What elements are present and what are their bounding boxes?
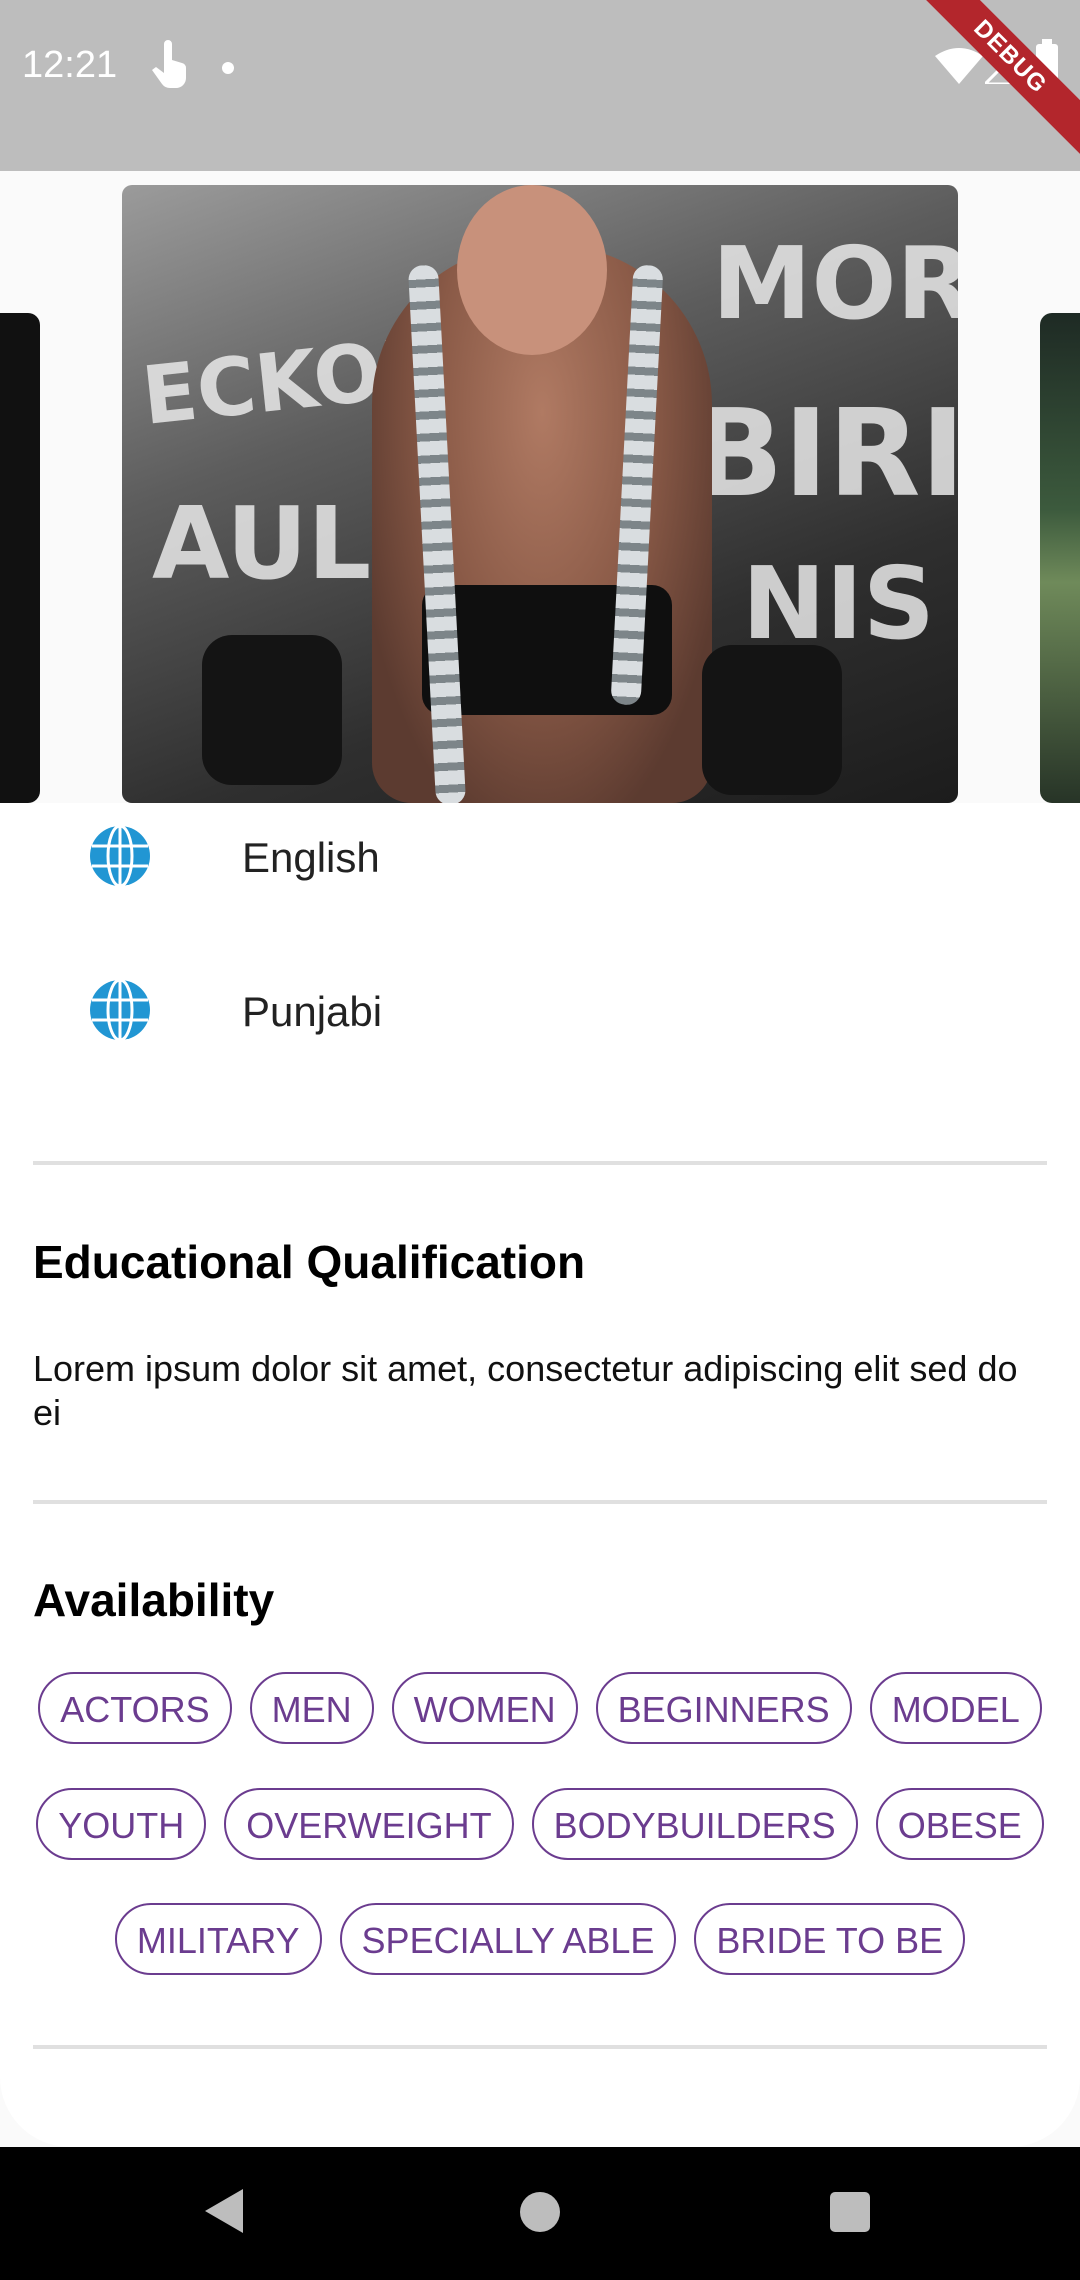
language-item: English xyxy=(0,816,1080,896)
chip-model[interactable]: MODEL xyxy=(869,1672,1042,1744)
chip-beginners[interactable]: BEGINNERS xyxy=(595,1672,852,1744)
system-nav-bar xyxy=(0,2147,1080,2280)
availability-chip-row: MILITARY SPECIALLY ABLE BRIDE TO BE xyxy=(0,1903,1080,1975)
section-divider xyxy=(33,1161,1047,1165)
dumbbell-left xyxy=(202,635,342,785)
notification-dot-icon xyxy=(222,62,234,74)
chip-men[interactable]: MEN xyxy=(249,1672,374,1744)
wifi-icon xyxy=(935,48,983,84)
language-label: Punjabi xyxy=(242,988,383,1035)
back-icon[interactable] xyxy=(205,2189,243,2233)
profile-details-sheet: English Punjabi Educational Qualificatio… xyxy=(0,803,1080,2147)
section-divider xyxy=(33,1500,1047,1504)
language-label: English xyxy=(242,834,380,881)
chip-women[interactable]: WOMEN xyxy=(391,1672,578,1744)
chip-bodybuilders[interactable]: BODYBUILDERS xyxy=(531,1788,858,1860)
recent-apps-icon[interactable] xyxy=(830,2192,870,2232)
chip-youth[interactable]: YOUTH xyxy=(36,1788,207,1860)
availability-title: Availability xyxy=(33,1574,275,1626)
chip-overweight[interactable]: OVERWEIGHT xyxy=(224,1788,514,1860)
home-icon[interactable] xyxy=(520,2192,560,2232)
chip-military[interactable]: MILITARY xyxy=(114,1903,322,1975)
chip-bride-to-be[interactable]: BRIDE TO BE xyxy=(694,1903,966,1975)
availability-chip-row: YOUTH OVERWEIGHT BODYBUILDERS OBESE xyxy=(0,1788,1080,1860)
dumbbell-right xyxy=(702,645,842,795)
language-item: Punjabi xyxy=(0,970,1080,1050)
graffiti-text: BIRI xyxy=(692,385,958,524)
education-text: Lorem ipsum dolor sit amet, consectetur … xyxy=(33,1348,1018,1433)
touch-icon xyxy=(152,40,187,88)
section-divider xyxy=(33,2045,1047,2049)
carousel-main-image[interactable]: ECKOL MORT BIRI NIS AUL xyxy=(122,185,958,803)
carousel-prev-card[interactable] xyxy=(0,313,40,803)
status-time: 12:21 xyxy=(22,44,118,86)
chip-actors[interactable]: ACTORS xyxy=(38,1672,232,1744)
graffiti-text: MORT xyxy=(712,225,958,342)
carousel-next-card[interactable] xyxy=(1040,313,1080,803)
graffiti-text: AUL xyxy=(152,485,372,602)
chip-specially-able[interactable]: SPECIALLY ABLE xyxy=(339,1903,677,1975)
athlete-head xyxy=(457,185,607,355)
status-bar: 12:21 DEBUG xyxy=(0,0,1080,171)
globe-icon xyxy=(90,978,150,1042)
image-carousel[interactable]: ECKOL MORT BIRI NIS AUL xyxy=(0,171,1080,803)
availability-chip-row: ACTORS MEN WOMEN BEGINNERS MODEL xyxy=(0,1672,1080,1744)
globe-icon xyxy=(90,824,150,888)
education-title: Educational Qualification xyxy=(33,1236,586,1288)
chip-obese[interactable]: OBESE xyxy=(875,1788,1044,1860)
